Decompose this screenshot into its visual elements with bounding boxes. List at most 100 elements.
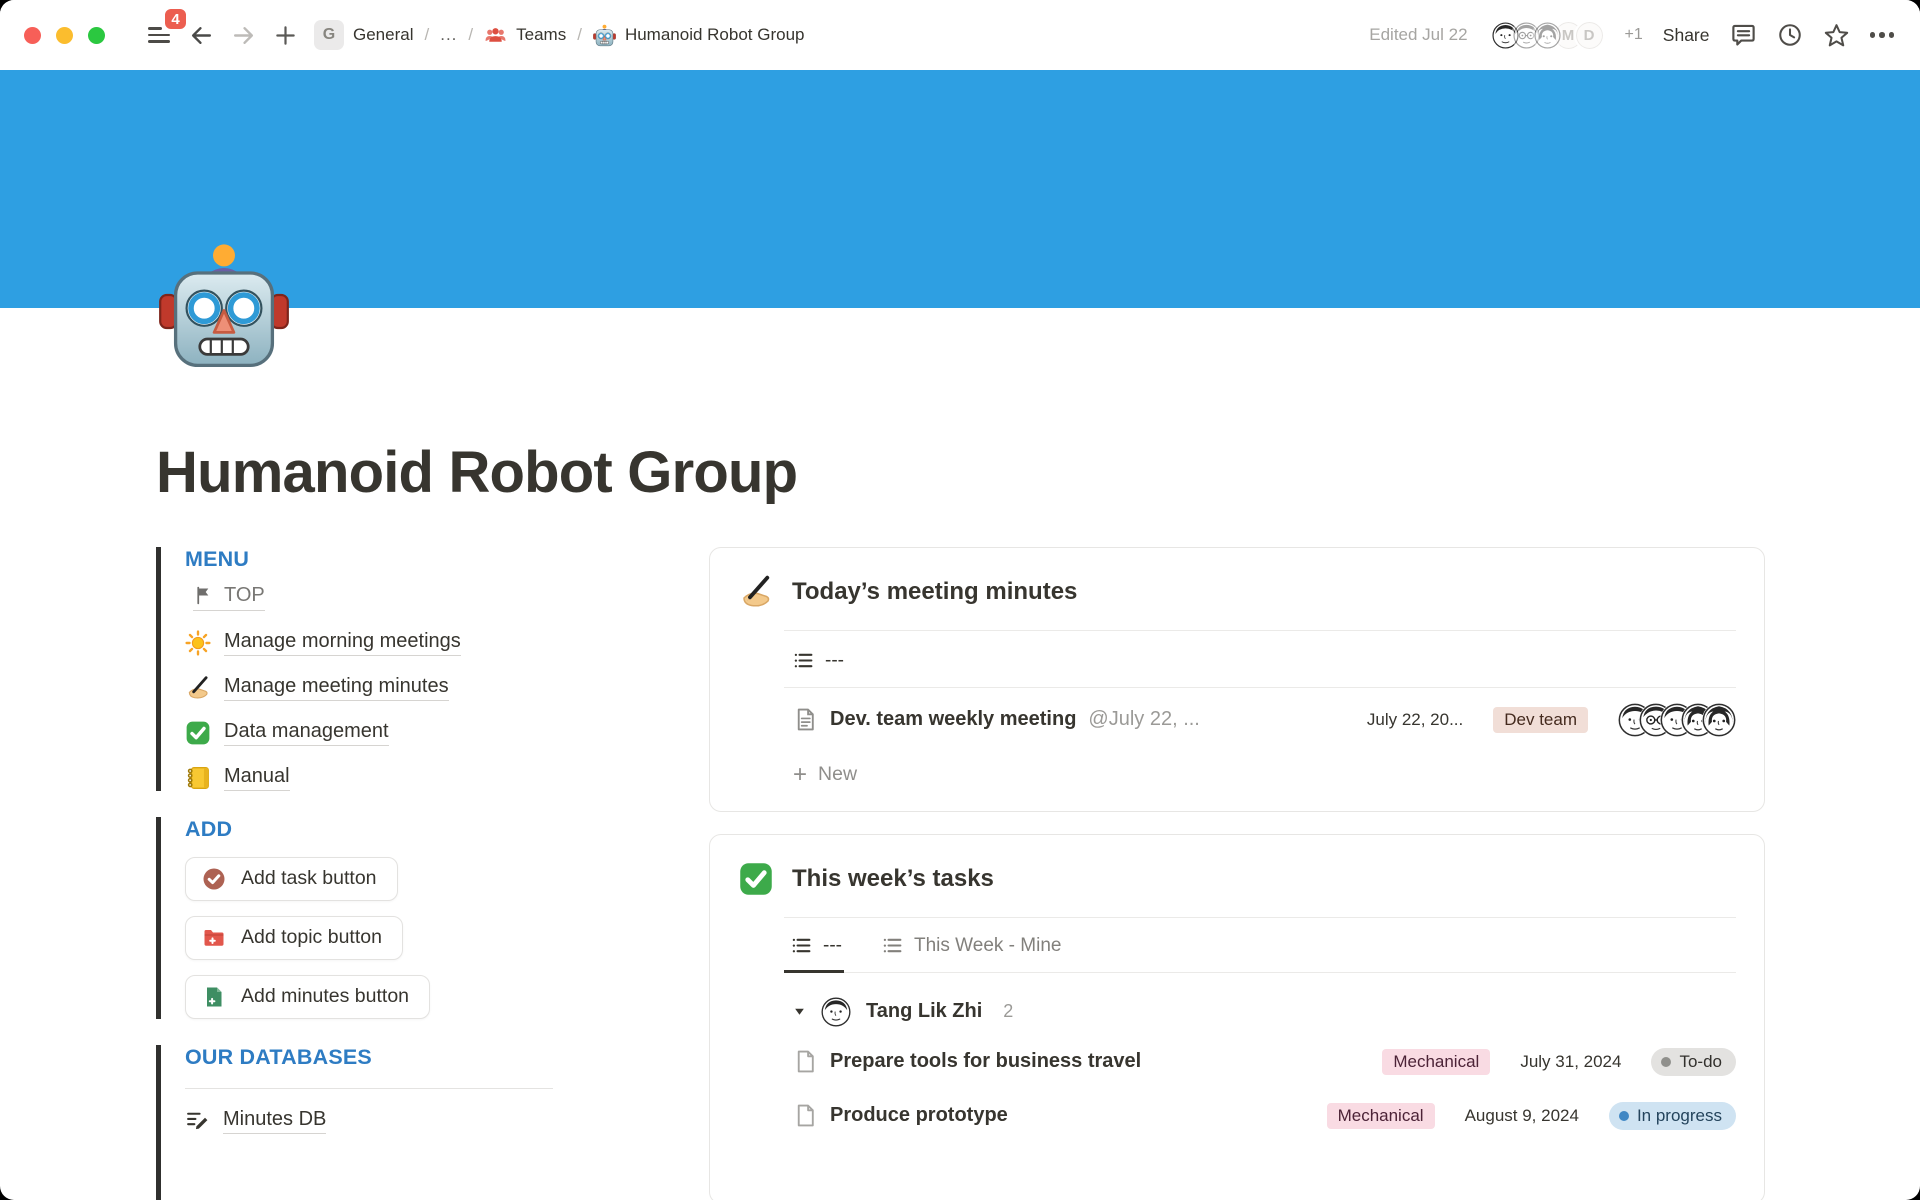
- page-icon: [793, 1103, 818, 1128]
- robot-icon: [593, 24, 616, 47]
- tasks-view-tab-default[interactable]: ---: [784, 935, 844, 973]
- check-mark-icon: [185, 720, 211, 746]
- menu-link-manual[interactable]: Manual: [185, 765, 709, 791]
- minutes-row[interactable]: Dev. team weekly meeting @July 22, ... J…: [784, 688, 1736, 752]
- assignee-group-row[interactable]: Tang Lik Zhi 2: [784, 973, 1736, 1035]
- minimize-window-button[interactable]: [56, 27, 73, 44]
- collapse-triangle-icon[interactable]: [793, 1005, 806, 1018]
- add-minutes-button[interactable]: Add minutes button: [185, 975, 430, 1019]
- teams-icon: [484, 24, 507, 47]
- minutes-db-label: Minutes DB: [223, 1108, 326, 1134]
- avatar-overflow-count[interactable]: +1: [1625, 26, 1643, 44]
- task-check-icon: [202, 867, 226, 891]
- new-minutes-row-button[interactable]: + New: [784, 752, 1736, 811]
- add-task-button[interactable]: Add task button: [185, 857, 398, 901]
- add-topic-button[interactable]: Add topic button: [185, 916, 403, 960]
- tab-label: ---: [823, 935, 842, 957]
- check-mark-icon: [738, 861, 774, 897]
- assignee-avatar: [821, 997, 851, 1027]
- category-tag[interactable]: Mechanical: [1382, 1049, 1490, 1075]
- workspace-chip[interactable]: G: [314, 20, 344, 50]
- sidebar-toggle-button[interactable]: 4: [138, 14, 180, 56]
- menu-link-meeting-minutes[interactable]: Manage meeting minutes: [185, 675, 709, 701]
- page-icon: [793, 1049, 818, 1074]
- attendee-avatars[interactable]: [1618, 703, 1736, 737]
- breadcrumb-separator: /: [422, 25, 431, 45]
- task-title[interactable]: Produce prototype: [830, 1104, 1008, 1127]
- minutes-row-date[interactable]: July 22, 20...: [1367, 710, 1463, 730]
- meeting-minutes-card: Today’s meeting minutes --- Dev. team we…: [709, 547, 1765, 812]
- sun-icon: [185, 630, 211, 656]
- menu-link-label: Manage morning meetings: [224, 630, 461, 656]
- breadcrumb-root[interactable]: General: [353, 25, 413, 45]
- team-badge[interactable]: Dev team: [1493, 707, 1588, 733]
- menu-section: MENU TOP Manage morning meetings Manage …: [156, 547, 709, 791]
- page-icon-robot[interactable]: [158, 240, 290, 372]
- updates-clock-button[interactable]: [1777, 22, 1803, 48]
- edited-timestamp: Edited Jul 22: [1369, 25, 1467, 45]
- menu-link-label: TOP: [224, 584, 265, 607]
- weekly-tasks-card-title[interactable]: This week’s tasks: [792, 865, 994, 893]
- status-badge[interactable]: To-do: [1651, 1048, 1736, 1076]
- minutes-row-mention: @July 22, ...: [1088, 708, 1199, 731]
- viewer-avatar-stack[interactable]: M D: [1490, 20, 1605, 51]
- folder-plus-icon: [202, 926, 226, 950]
- weekly-tasks-card: This week’s tasks --- This Week - Mine: [709, 834, 1765, 1200]
- page-columns: MENU TOP Manage morning meetings Manage …: [0, 547, 1920, 1200]
- add-heading: ADD: [185, 817, 709, 842]
- status-badge[interactable]: In progress: [1609, 1102, 1736, 1130]
- minutes-db-link[interactable]: Minutes DB: [185, 1108, 709, 1134]
- minutes-view-tab[interactable]: ---: [784, 631, 1736, 687]
- add-task-label: Add task button: [241, 867, 377, 890]
- weekly-tasks-card-header: This week’s tasks: [710, 835, 1764, 897]
- status-dot: [1661, 1057, 1671, 1067]
- writing-hand-icon: [738, 574, 774, 610]
- writing-hand-icon: [185, 675, 211, 701]
- divider: [185, 1088, 553, 1089]
- avatar: [1702, 703, 1736, 737]
- breadcrumb-teams[interactable]: Teams: [516, 25, 566, 45]
- forward-button[interactable]: [222, 14, 264, 56]
- minutes-row-title[interactable]: Dev. team weekly meeting: [830, 708, 1076, 731]
- more-options-button[interactable]: [1870, 32, 1895, 38]
- close-window-button[interactable]: [24, 27, 41, 44]
- task-row[interactable]: Produce prototype Mechanical August 9, 2…: [784, 1089, 1736, 1143]
- task-row[interactable]: Prepare tools for business travel Mechan…: [784, 1035, 1736, 1089]
- favorite-star-button[interactable]: [1823, 22, 1850, 49]
- new-tab-button[interactable]: [264, 14, 306, 56]
- status-label: To-do: [1679, 1052, 1722, 1072]
- breadcrumb-separator: /: [575, 25, 584, 45]
- page-title[interactable]: Humanoid Robot Group: [156, 440, 1920, 507]
- menu-link-label: Data management: [224, 720, 389, 746]
- zoom-window-button[interactable]: [88, 27, 105, 44]
- menu-link-data-management[interactable]: Data management: [185, 720, 709, 746]
- category-tag[interactable]: Mechanical: [1327, 1103, 1435, 1129]
- add-section: ADD Add task button Add topic button Add…: [156, 817, 709, 1019]
- databases-section: OUR DATABASES Minutes DB: [156, 1045, 709, 1200]
- menu-link-top[interactable]: TOP: [193, 584, 265, 611]
- list-view-icon: [793, 650, 814, 671]
- right-column: Today’s meeting minutes --- Dev. team we…: [709, 547, 1765, 1200]
- share-button[interactable]: Share: [1663, 25, 1710, 46]
- avatar-initial: D: [1574, 20, 1605, 51]
- breadcrumb: G General / ... / Teams / Humanoid Robot…: [314, 20, 804, 50]
- task-row-main: Produce prototype: [793, 1103, 1008, 1128]
- task-due-date[interactable]: August 9, 2024: [1465, 1106, 1579, 1126]
- back-button[interactable]: [180, 14, 222, 56]
- plus-icon: [274, 24, 297, 47]
- breadcrumb-ellipsis[interactable]: ...: [440, 25, 457, 45]
- minutes-row-main: Dev. team weekly meeting @July 22, ...: [793, 707, 1200, 732]
- menu-link-morning-meetings[interactable]: Manage morning meetings: [185, 630, 709, 656]
- breadcrumb-page[interactable]: Humanoid Robot Group: [625, 25, 805, 45]
- meeting-minutes-card-title[interactable]: Today’s meeting minutes: [792, 578, 1077, 606]
- left-column: MENU TOP Manage morning meetings Manage …: [156, 547, 709, 1200]
- tasks-view-tab-this-week-mine[interactable]: This Week - Mine: [880, 935, 1063, 973]
- page-icon: [793, 707, 818, 732]
- flag-icon: [193, 585, 214, 606]
- tab-label: This Week - Mine: [914, 935, 1061, 957]
- comments-button[interactable]: [1730, 22, 1757, 49]
- task-due-date[interactable]: July 31, 2024: [1520, 1052, 1621, 1072]
- menu-link-label: Manage meeting minutes: [224, 675, 449, 701]
- task-title[interactable]: Prepare tools for business travel: [830, 1050, 1141, 1073]
- titlebar-actions: Edited Jul 22 M D +1 Share: [1369, 20, 1894, 51]
